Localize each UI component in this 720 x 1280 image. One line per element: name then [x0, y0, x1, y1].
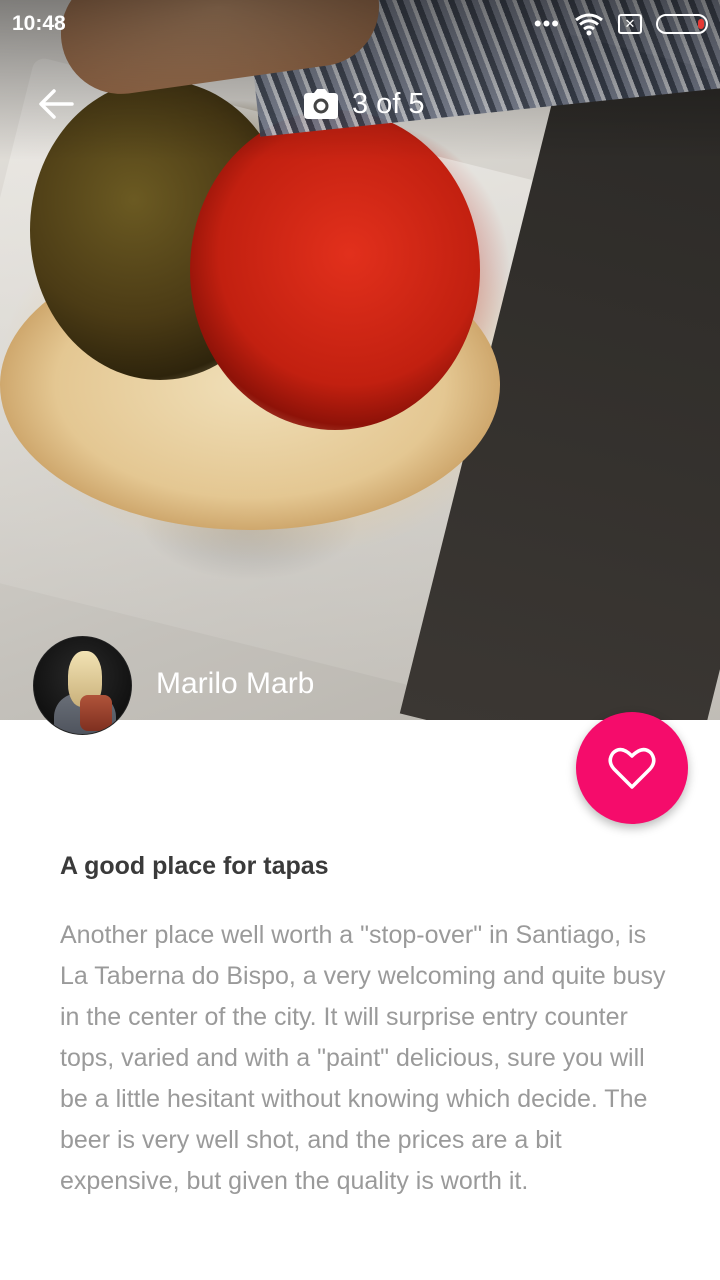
- review-body: Another place well worth a "stop-over" i…: [60, 921, 666, 1195]
- avatar[interactable]: [33, 636, 132, 735]
- status-bar: 10:48 ••• ✕: [0, 0, 720, 50]
- back-button[interactable]: [28, 80, 84, 128]
- status-time: 10:48: [12, 12, 66, 35]
- author-name[interactable]: Marilo Marb: [156, 667, 314, 701]
- favorite-button[interactable]: [576, 712, 688, 824]
- more-dots-icon: •••: [533, 11, 560, 36]
- camera-icon: [304, 89, 338, 119]
- status-icons: ••• ✕: [534, 12, 708, 36]
- battery-icon: [656, 14, 708, 34]
- no-sim-icon: ✕: [618, 14, 642, 34]
- review-title: A good place for tapas: [60, 852, 329, 880]
- photo-counter: 3 of 5: [304, 84, 425, 124]
- avatar-backpack: [80, 695, 112, 731]
- heart-outline-icon: [608, 747, 656, 789]
- arrow-left-icon: [39, 89, 74, 119]
- photo-counter-text: 3 of 5: [352, 87, 425, 120]
- wifi-icon: [575, 13, 603, 36]
